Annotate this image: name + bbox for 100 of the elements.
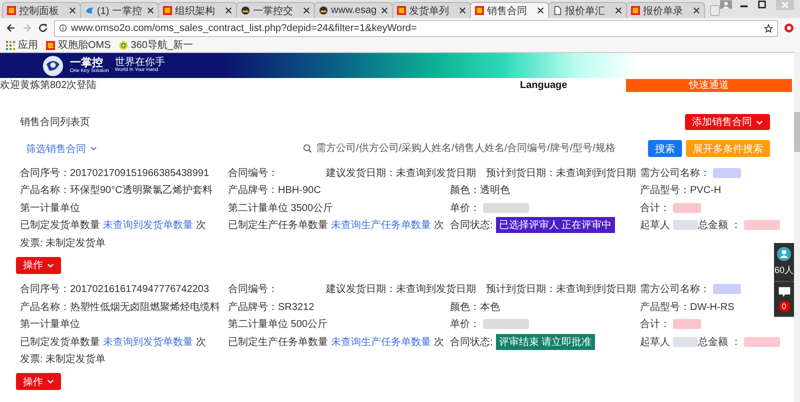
info-icon <box>59 24 67 32</box>
tile-icon <box>7 6 16 15</box>
field-text: 产品型号：DW-H-RS <box>640 300 734 314</box>
unit-text: 次 <box>434 336 444 349</box>
unit-text: 次 <box>196 336 206 349</box>
field-text: 起草人 <box>640 218 670 232</box>
field-text: 起草人 <box>640 336 670 349</box>
field-text: 单价： <box>450 318 480 332</box>
field-text: 第一计量单位 <box>20 202 80 215</box>
close-icon[interactable] <box>537 7 544 14</box>
field-text: 预计到货日期：未查询到到货日期 <box>486 282 636 296</box>
star-icon[interactable] <box>764 24 773 32</box>
caret-icon <box>756 120 763 124</box>
scrollbar[interactable] <box>794 52 800 402</box>
browser-tab[interactable]: 发货单列 <box>392 2 471 18</box>
field-text: 合同序号：2017021616174947776742203 <box>20 282 210 296</box>
field-text: 颜色：透明色 <box>450 184 510 198</box>
status-tag: 已选择评审人 正在评审中 <box>496 217 615 234</box>
field-text: 合计： <box>640 318 670 332</box>
close-icon[interactable] <box>693 7 700 14</box>
user-icon[interactable] <box>777 247 791 261</box>
logo-slogan: 世界在你手 <box>114 58 165 68</box>
query-link[interactable]: 未查询生产任务单数量 <box>331 218 431 232</box>
browser-tab[interactable]: 一掌控交 <box>236 2 315 18</box>
query-link[interactable]: 未查询生产任务单数量 <box>331 334 431 349</box>
tile-icon <box>475 6 484 15</box>
field-text: 合计： <box>640 202 670 215</box>
field-text: 单价： <box>450 202 480 215</box>
close-icon[interactable] <box>615 7 622 14</box>
url-text: www.omso2o.com/oms_sales_contract_list.php?depid=24&filter=1&keyWord= <box>71 22 417 34</box>
field-text: 建议发货日期：未查询到发货日期 <box>326 166 476 180</box>
language-link[interactable]: Language <box>520 80 626 90</box>
browser-tab[interactable]: 报价单汇 <box>548 2 627 18</box>
unit-text: 次 <box>196 219 206 232</box>
field-text: 需方公司名称： <box>640 282 710 296</box>
globe-icon <box>118 40 128 50</box>
field-text: 已制定发货单数量 <box>20 218 100 232</box>
caret-icon <box>47 262 54 268</box>
bookmark[interactable]: 360导航_新一 <box>118 38 194 52</box>
field-text: 预计到货日期：未查询到到货日期 <box>486 166 636 180</box>
query-link[interactable]: 未查询到发货单数量 <box>103 218 193 232</box>
field-text: 产品型号：PVC-H <box>640 184 722 198</box>
unit-text: 次 <box>434 219 444 232</box>
field-text: 第二计量单位 3500公斤 <box>228 202 334 215</box>
field-text: 总金额 ： <box>698 218 741 232</box>
field-text: 已制定生产任务单数量 <box>228 336 328 349</box>
chat-icon[interactable] <box>778 286 790 298</box>
field-text: 建议发货日期：未查询到发货日期 <box>326 282 476 296</box>
field-text: 合同编号： <box>228 282 278 296</box>
extension-icon[interactable] <box>784 23 794 33</box>
field-text: 总金额 ： <box>698 336 741 349</box>
field-text: 发票: 未制定发货单 <box>20 236 106 250</box>
helmet-icon <box>241 6 250 15</box>
close-icon[interactable] <box>303 7 310 14</box>
close-icon[interactable] <box>381 7 388 14</box>
document-icon <box>553 6 562 15</box>
message-count: 0 <box>778 301 790 312</box>
add-contract-button[interactable]: 添加销售合同 <box>685 114 770 130</box>
field-text: 产品牌号：SR3212 <box>228 300 314 314</box>
bookmark[interactable]: 双胞胎OMS <box>46 38 111 52</box>
field-text: 第一计量单位 <box>20 318 80 332</box>
field-text: 产品名称：热塑性低烟无卤阻燃聚烯烃电缆料 <box>20 300 220 314</box>
helmet-icon <box>319 6 328 15</box>
back-icon[interactable] <box>6 23 16 33</box>
close-icon[interactable] <box>69 7 76 14</box>
maximize-icon[interactable] <box>756 0 768 9</box>
field-text: 合同编号： <box>228 166 278 180</box>
caret-icon <box>90 146 97 151</box>
reload-icon[interactable] <box>38 23 48 33</box>
browser-tab[interactable]: 控制面板 <box>2 2 81 18</box>
browser-tab[interactable]: (1) 一掌控 <box>80 2 159 18</box>
close-icon[interactable] <box>225 7 232 14</box>
field-text: 发票: 未制定发货单 <box>20 352 106 366</box>
field-text: 需方公司名称： <box>640 166 710 180</box>
field-text: 产品名称：环保型90°C透明聚氯乙烯护套料 <box>20 184 212 198</box>
field-text: 合同序号：2017021709151966385438991 <box>20 166 210 180</box>
address-bar[interactable]: www.omso2o.com/oms_sales_contract_list.php?depid=24&filter=1&keyWord= <box>54 20 778 36</box>
field-text: 第二计量单位 500公斤 <box>228 318 328 332</box>
page-title: 销售合同列表页 <box>19 116 90 129</box>
browser-tab[interactable]: www.esag <box>314 2 393 18</box>
tile-icon <box>631 6 640 15</box>
browser-tab[interactable]: 报价单录 <box>626 2 705 18</box>
query-link[interactable]: 未查询到发货单数量 <box>103 334 193 349</box>
logo-name: 一掌控 <box>70 58 103 68</box>
field-text: 已制定发货单数量 <box>20 336 100 349</box>
browser-tab[interactable]: 销售合同 <box>470 2 549 18</box>
bookmark[interactable]: 应用 <box>6 38 38 52</box>
action-button[interactable]: 操作 <box>16 373 61 390</box>
search-button[interactable]: 搜索 <box>648 140 682 157</box>
tile-icon <box>46 40 55 50</box>
close-icon[interactable] <box>459 7 466 14</box>
field-text: 颜色：本色 <box>450 300 500 314</box>
welcome-text: 欢迎黄炼第802次登陆 <box>0 78 98 92</box>
field-text: 合同状态: <box>450 218 493 232</box>
online-count: 60人 <box>774 264 794 277</box>
browser-tab[interactable]: 组织架构 <box>158 2 237 18</box>
action-button[interactable]: 操作 <box>16 256 61 274</box>
filter-link[interactable]: 筛选销售合同 <box>16 142 97 156</box>
close-icon[interactable] <box>147 7 154 14</box>
field-text: 已制定生产任务单数量 <box>228 218 328 232</box>
